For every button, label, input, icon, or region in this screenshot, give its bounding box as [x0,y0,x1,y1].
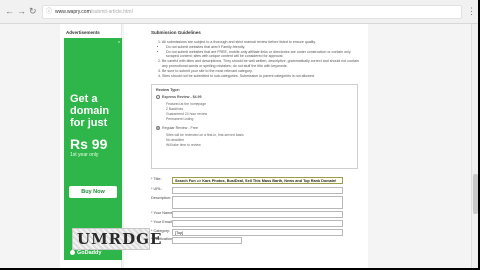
scrollbar-thumb[interactable] [473,174,478,214]
featured-review-option[interactable]: Express Review - $4.99 [156,95,202,99]
url-host: www.wapry.com [55,9,91,15]
featured-point: 2 Backlinks [166,107,184,111]
featured-point: Guaranteed 24 hour review [166,112,208,116]
featured-point: Featured at the homepage [166,102,206,106]
ads-title: Advertisements [66,30,100,35]
guideline-item: Be careful with titles and descriptions.… [162,59,364,69]
regular-review-option[interactable]: Regular Review - Free [156,126,198,130]
radio-button[interactable] [156,126,160,130]
ad-headline: Get a domain for just [70,93,110,129]
captcha-image: UMRDGE [72,228,161,250]
verification-input[interactable] [172,237,242,244]
godaddy-logo-icon [70,250,75,255]
browser-window: ← → ↻ ⓘ www.wapry.com/submit-article.htm… [0,0,478,268]
page-info-icon[interactable]: ⓘ [46,6,52,18]
ad-price-note: 1st year only [70,152,99,158]
name-input[interactable] [172,211,343,218]
url-label: * URL: [151,187,163,191]
url-field[interactable]: ⓘ www.wapry.com/submit-article.html [42,5,462,19]
category-select[interactable]: [Top] [172,229,343,236]
url-path: /submit-article.html [90,9,133,15]
scrollbar[interactable] [471,24,478,268]
buy-now-button[interactable]: Buy Now [69,186,117,198]
right-margin [368,24,478,268]
guideline-item: Do not submit websites that are FREE, mo… [166,50,364,60]
godaddy-ad[interactable]: x Get a domain for just Rs 99 1st year o… [64,38,122,260]
ad-price: Rs 99 [70,136,108,152]
guideline-item: Sites should not be submitted to sub-cat… [162,74,364,79]
description-textarea[interactable] [172,196,343,209]
regular-review-label: Regular Review - Free [162,126,198,130]
email-label: * Your Email: [151,220,173,224]
ad-close-icon[interactable]: x [118,39,120,44]
review-type-title: Review Type: [156,88,180,92]
email-input[interactable] [172,220,343,227]
name-label: * Your Name: [151,211,174,215]
featured-point: Permanent Listing [166,117,194,121]
address-bar: ← → ↻ ⓘ www.wapry.com/submit-article.htm… [0,0,478,24]
reload-icon[interactable]: ↻ [29,6,37,16]
regular-point: No deadline [166,138,185,142]
page-title: Submission Guidelines [151,30,201,35]
title-label: * Title: [151,177,162,181]
captcha-text: UMRDGE [77,230,163,248]
featured-review-label: Express Review - $4.99 [162,95,202,99]
guidelines-list: All submissions are subject to a thoroug… [156,40,364,78]
regular-point: Will take time to review [166,143,201,147]
ad-brand-name: GoDaddy [77,250,102,256]
forward-arrow-icon[interactable]: → [17,6,26,16]
title-input[interactable]: Search Fun => Kars Photos, BusiDeal, Sel… [172,177,343,184]
radio-button[interactable] [156,95,160,99]
screen: ← → ↻ ⓘ www.wapry.com/submit-article.htm… [0,0,480,270]
review-type-box: Review Type: Express Review - $4.99 Feat… [151,84,358,169]
regular-point: Sites will be reviewed on a first-in, fi… [166,133,244,137]
back-arrow-icon[interactable]: ← [5,6,14,16]
ad-brand: GoDaddy [70,250,101,256]
url-input[interactable] [172,187,343,194]
description-label: Description: [151,196,172,200]
kebab-menu-icon[interactable]: ⋮ [467,6,476,17]
